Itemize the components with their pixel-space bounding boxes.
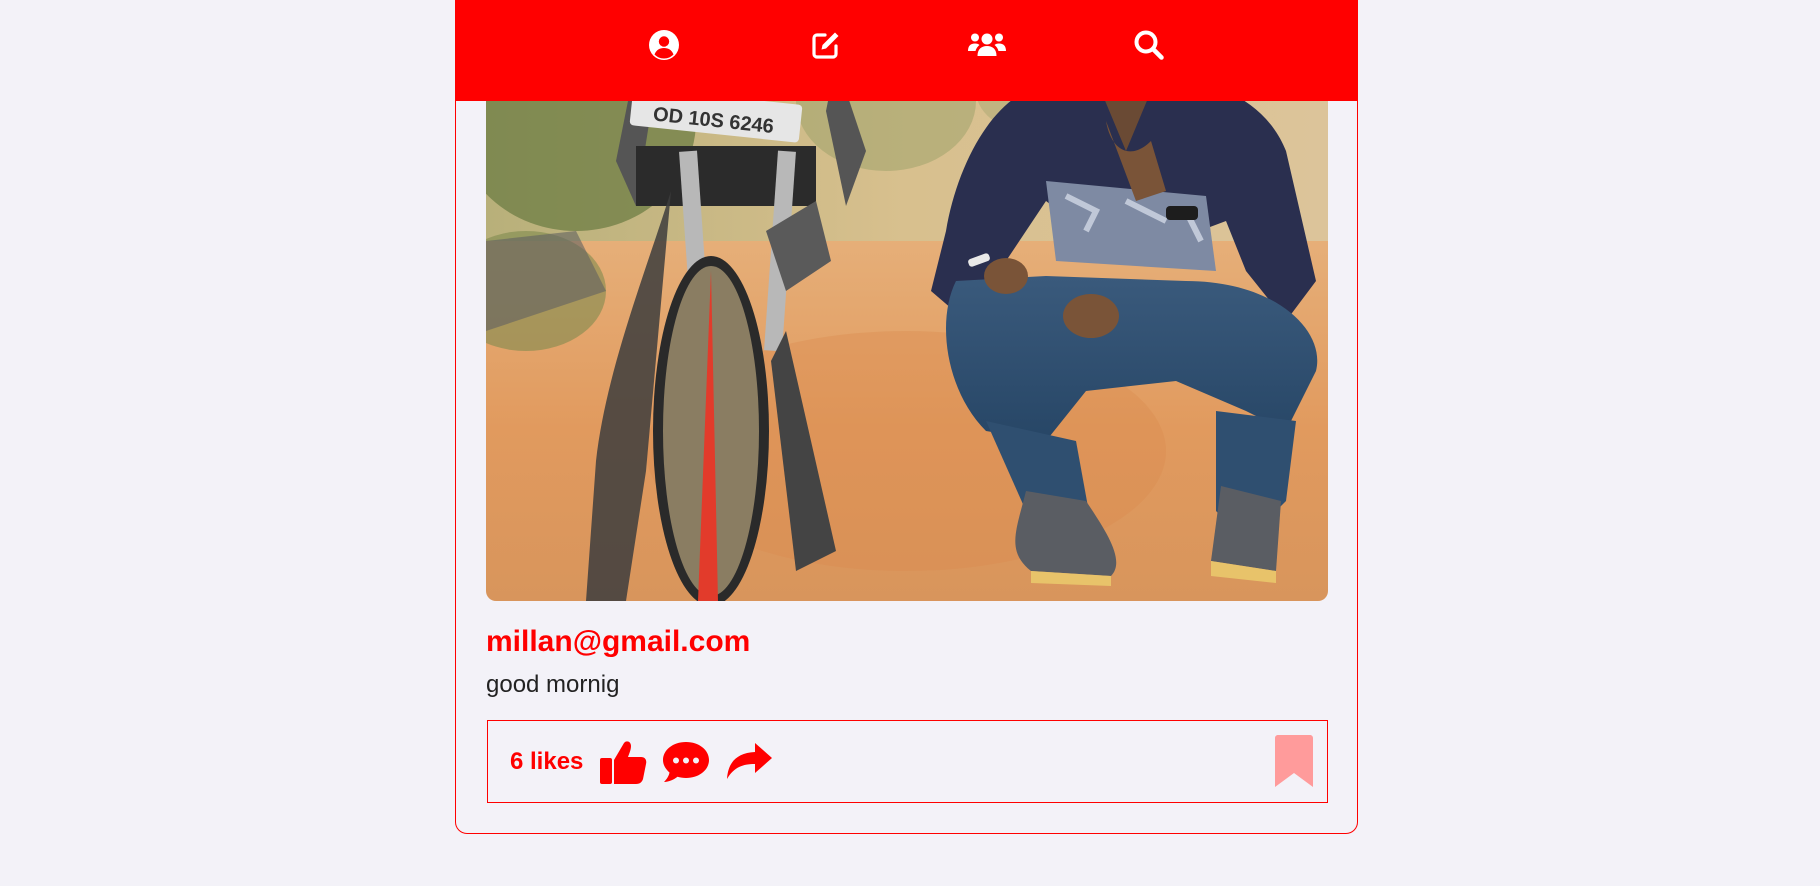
feed-column: OD 10S 6246 millan@gmail.com good mornig… — [455, 0, 1358, 886]
user-circle-icon — [649, 29, 680, 60]
post-image: OD 10S 6246 — [486, 31, 1328, 601]
likes-count: 6 likes — [510, 747, 584, 775]
comment-button[interactable] — [660, 736, 712, 788]
thumbs-up-icon — [600, 740, 647, 784]
search-nav-button[interactable] — [1129, 25, 1169, 65]
top-navigation-bar — [455, 0, 1358, 101]
friends-nav-button[interactable] — [967, 25, 1007, 65]
post-author-email[interactable]: millan@gmail.com — [486, 625, 750, 659]
post-caption: good mornig — [486, 671, 620, 698]
share-icon — [727, 742, 773, 779]
post-card: OD 10S 6246 millan@gmail.com good mornig… — [455, 0, 1358, 834]
users-icon — [968, 33, 1007, 56]
bookmark-icon — [1275, 735, 1313, 787]
create-post-nav-button[interactable] — [806, 25, 846, 65]
share-button[interactable] — [723, 736, 775, 788]
photo-man-with-motorcycle: OD 10S 6246 — [486, 31, 1328, 601]
search-icon — [1134, 30, 1164, 60]
edit-icon — [812, 32, 839, 59]
comment-icon — [663, 741, 710, 782]
bookmark-button[interactable] — [1275, 735, 1313, 787]
post-action-bar: 6 likes — [487, 720, 1328, 803]
profile-nav-button[interactable] — [644, 25, 684, 65]
like-button[interactable] — [597, 736, 649, 788]
